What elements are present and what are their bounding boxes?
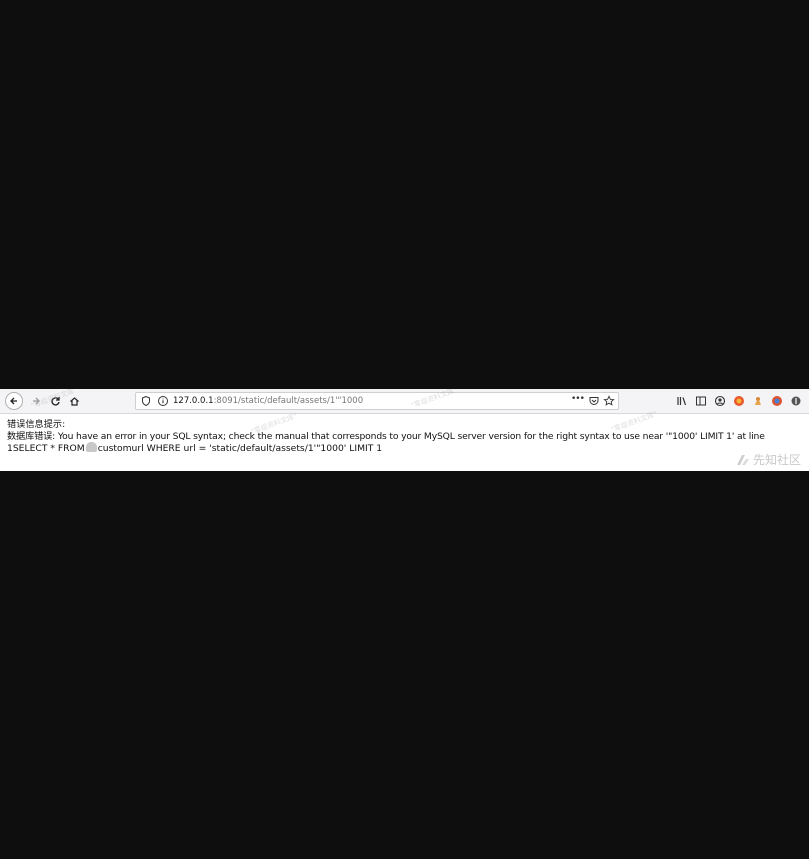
account-icon[interactable] [714, 395, 726, 407]
reload-icon [50, 396, 60, 406]
redacted-table-prefix [85, 442, 97, 452]
url-path: :8091/static/default/assets/1'"1000 [213, 396, 364, 406]
url-host: 127.0.0.1 [173, 396, 214, 406]
pocket-icon[interactable] [588, 395, 600, 407]
reload-button[interactable] [46, 392, 64, 410]
browser-screenshot: 127.0.0.1:8091/static/default/assets/1'"… [0, 389, 809, 471]
error-page-content: 错误信息提示: 数据库错误: You have an error in your… [7, 419, 807, 455]
query-suffix: customurl WHERE url = 'static/default/as… [97, 443, 383, 454]
home-icon [69, 396, 79, 406]
back-arrow-icon [10, 397, 17, 405]
error-heading: 错误信息提示: [7, 419, 66, 430]
xianzhi-logo-icon [736, 454, 749, 465]
browser-toolbar: 127.0.0.1:8091/static/default/assets/1'"… [0, 389, 809, 414]
sql-error-message: 数据库错误: You have an error in your SQL syn… [7, 430, 765, 442]
bookmark-star-icon[interactable] [603, 395, 615, 407]
forward-button[interactable] [27, 392, 45, 410]
brand-watermark: 先知社区 [736, 451, 801, 468]
forward-arrow-icon [33, 397, 40, 405]
extension-icon-3[interactable] [771, 395, 783, 407]
query-prefix: 1SELECT * FROM [7, 443, 85, 454]
sidebar-icon[interactable] [695, 395, 707, 407]
site-info-icon[interactable] [157, 395, 169, 407]
address-bar[interactable]: 127.0.0.1:8091/static/default/assets/1'"… [135, 392, 619, 410]
extension-icon[interactable] [733, 395, 745, 407]
extension-icon-4[interactable] [790, 395, 802, 407]
brand-text: 先知社区 [752, 453, 801, 467]
back-button[interactable] [5, 392, 23, 410]
tracking-shield-icon[interactable] [140, 395, 152, 407]
library-icon[interactable] [676, 395, 688, 407]
url-text[interactable]: 127.0.0.1:8091/static/default/assets/1'"… [173, 395, 363, 407]
sql-query-line: 1SELECT * FROM customurl WHERE url = 'sta… [7, 442, 807, 455]
extension-icon-2[interactable] [752, 395, 764, 407]
home-button[interactable] [65, 392, 83, 410]
page-actions-button[interactable]: ••• [571, 394, 585, 404]
